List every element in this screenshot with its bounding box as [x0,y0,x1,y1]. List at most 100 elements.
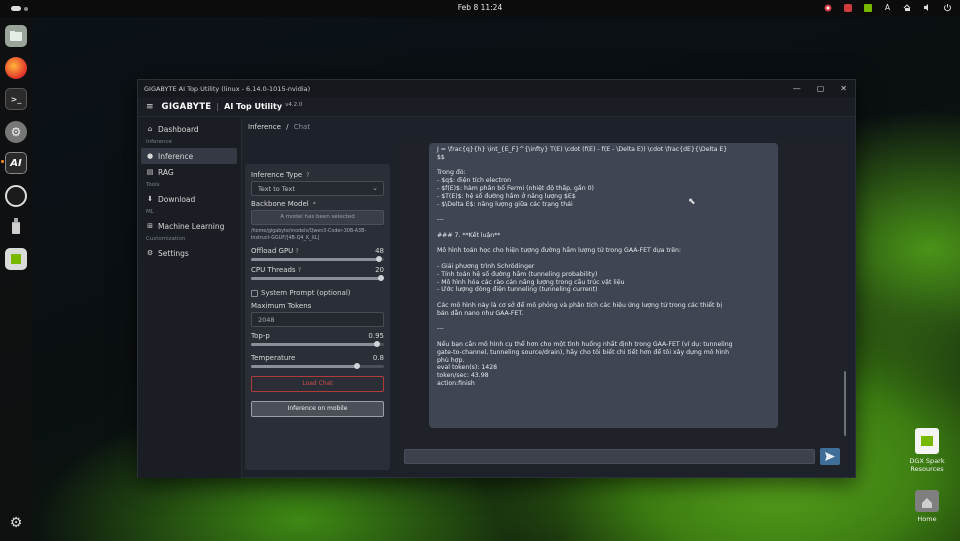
slider-handle[interactable] [378,275,385,281]
message-line: Nếu bạn cần mô hình cụ thể hơn cho một t… [437,340,733,348]
screencast-indicator [843,3,852,12]
window-title: GIGABYTE AI Top Utility (linux - 6.14.0-… [144,84,311,93]
screencast-icon[interactable] [843,3,852,12]
nvidia-app-icon[interactable] [5,248,27,270]
sidebar-item-rag[interactable]: ▤ RAG [138,164,237,180]
chat-area: J = \frac{q}{h} \int_{E_F}^{\infty} T(E)… [397,141,849,470]
obs-icon[interactable] [5,185,27,207]
sidebar-item-download[interactable]: ⬇ Download [138,191,237,207]
ai-top-utility-icon[interactable]: AI [5,152,27,174]
apps-grid-icon[interactable]: ⚙ [5,512,27,534]
sidebar-item-settings[interactable]: ⚙ Settings [138,245,237,261]
nvidia-tray-icon[interactable] [863,3,872,12]
breadcrumb-root[interactable]: Inference [248,123,281,131]
send-button[interactable] [820,448,840,465]
terminal-icon[interactable]: >_ [5,88,27,110]
inference-type-value: Text to Text [258,185,295,193]
clock[interactable]: Feb 8 11:24 [0,3,960,12]
message-line: - $\Delta E$: năng lượng giữa các trạng … [437,200,573,208]
required-marker: * [312,200,316,208]
message-line: --- [437,216,444,224]
sidebar-item-inference[interactable]: ● Inference [141,148,237,164]
checkbox[interactable] [251,289,258,297]
slider-fill [251,258,379,261]
sidebar-item-label: Settings [158,248,189,258]
top-p-label: Top-p [251,332,270,340]
slider-fill [251,277,382,280]
close-button[interactable]: ✕ [840,84,847,93]
offload-gpu-label-wrap: Offload GPU ? [251,247,299,255]
message-line: - Ước lượng dòng điện tunneling (tunneli… [437,286,598,294]
slider-handle[interactable] [354,363,361,369]
message-line: - Tính toán hệ số đường hầm (tunneling p… [437,270,598,278]
sidebar-item-label: Machine Learning [158,221,225,231]
slider-fill [251,343,378,346]
message-line [437,224,770,232]
sidebar-item-label: Dashboard [158,124,199,134]
message-line [437,333,770,341]
record-icon[interactable] [823,3,832,12]
firefox-icon[interactable] [5,57,27,79]
gear-icon: ⚙ [146,249,154,257]
temperature-slider[interactable] [251,363,384,369]
chat-bubble-icon: ● [146,152,154,160]
app-window: GIGABYTE AI Top Utility (linux - 6.14.0-… [137,79,856,478]
message-line: - $q$: điện tích electron [437,177,512,185]
header-divider: | [216,102,220,111]
menu-icon[interactable]: ≡ [146,102,154,112]
slider-handle[interactable] [375,256,382,262]
load-chat-button[interactable]: Load Chat [251,376,384,392]
dgx-spark-desktop-icon[interactable]: DGX Spark Resources [903,428,951,473]
offload-gpu-row: Offload GPU ? 48 [251,247,384,255]
inference-on-mobile-button[interactable]: Inference on mobile [251,401,384,417]
brand-logo: GIGABYTE [161,101,212,112]
system-prompt-toggle[interactable]: System Prompt (optional) [251,289,384,297]
message-line: bán dẫn nano như GAA-FET. [437,309,524,317]
sidebar-section-tools: Tools [146,182,160,188]
cpu-threads-slider[interactable] [251,275,385,281]
maximize-button[interactable]: ▢ [817,84,825,93]
settings-icon[interactable]: ⚙ [5,121,27,143]
minimize-button[interactable]: — [793,84,801,93]
cpu-threads-label: CPU Threads [251,266,296,274]
message-line: - Giải phương trình Schrödinger [437,262,535,270]
system-tray[interactable]: A [823,3,952,12]
inference-settings-panel: Inference Type? Text to Text ⌄ Backbone M… [245,164,390,470]
files-icon[interactable] [5,25,27,47]
dock: >_ ⚙ AI ⚙ [0,17,33,541]
usb-icon[interactable] [5,215,27,237]
input-method-indicator[interactable]: A [883,3,892,12]
sidebar-item-machine-learning[interactable]: ⊞ Machine Learning [138,218,237,234]
offload-gpu-slider[interactable] [251,256,384,262]
message-line [437,294,770,302]
home-desktop-icon[interactable]: Home [903,490,951,523]
home-icon: ⌂ [147,125,153,133]
select-model-button[interactable]: A model has been selected [251,210,384,225]
backbone-model-label: Backbone Model [251,200,309,208]
download-icon: ⬇ [147,195,153,203]
message-line [437,255,770,263]
max-tokens-input[interactable]: 2048 [251,312,384,327]
sidebar-section-customization: Customization [146,236,186,242]
dgx-spark-label: DGX Spark Resources [909,457,945,473]
help-icon[interactable]: ? [298,267,301,274]
backbone-label-row: Backbone Model * [251,200,384,208]
message-line: --- [437,325,444,333]
help-icon[interactable]: ? [296,248,299,255]
chat-input[interactable] [404,449,815,464]
message-line: phù hợp. [437,356,465,364]
top-p-slider[interactable] [251,341,384,347]
window-titlebar[interactable]: GIGABYTE AI Top Utility (linux - 6.14.0-… [138,80,855,97]
message-line: - $f(E)$: hàm phân bố Fermi (nhiệt độ th… [437,184,594,192]
slider-handle[interactable] [374,341,381,347]
running-indicator [1,160,4,163]
help-icon[interactable]: ? [306,172,309,179]
volume-icon[interactable] [923,3,932,12]
window-controls: — ▢ ✕ [793,84,847,93]
inference-type-select[interactable]: Text to Text ⌄ [251,181,384,196]
message-line [437,208,770,216]
power-icon[interactable] [943,3,952,12]
sidebar-item-dashboard[interactable]: ⌂ Dashboard [138,121,237,137]
network-icon[interactable] [903,3,912,12]
chat-scrollbar[interactable] [844,371,846,436]
